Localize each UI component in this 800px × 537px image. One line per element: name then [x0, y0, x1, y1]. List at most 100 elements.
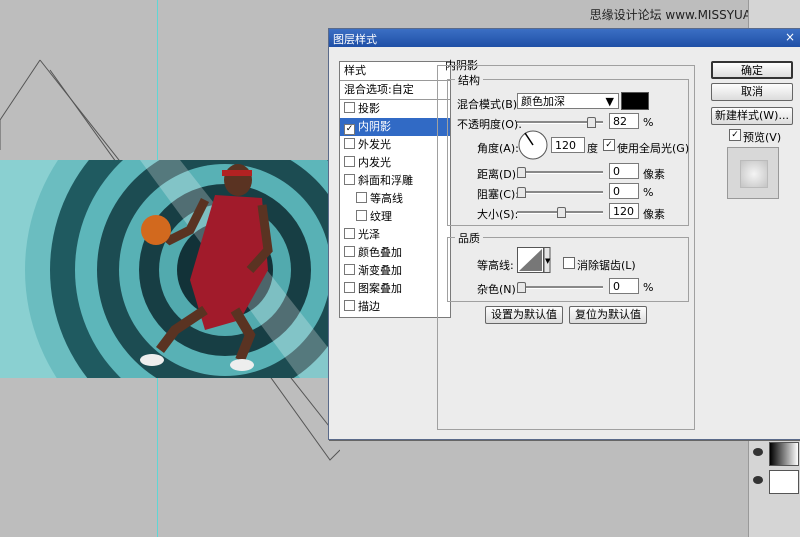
opacity-label: 不透明度(O):	[457, 118, 522, 131]
style-item-checkbox[interactable]	[344, 228, 355, 239]
style-item-checkbox[interactable]	[356, 210, 367, 221]
angle-input[interactable]: 120	[551, 137, 585, 153]
style-item-label: 内阴影	[358, 120, 391, 133]
layer-style-dialog: 图层样式 × 样式 混合选项:自定 投影 ✓ 内阴影 外发光 内发光 斜面和浮雕 等高线 纹理…	[328, 28, 800, 440]
size-input[interactable]: 120	[609, 203, 639, 219]
structure-title: 结构	[455, 72, 483, 88]
angle-unit: 度	[587, 142, 598, 155]
contour-picker[interactable]: ▼	[517, 247, 551, 273]
distance-label: 距离(D):	[477, 168, 520, 181]
eye-icon[interactable]	[753, 448, 763, 456]
layer-thumb-white[interactable]	[769, 470, 799, 494]
size-slider[interactable]	[517, 207, 603, 218]
style-item-10[interactable]: 图案叠加	[340, 280, 450, 298]
size-slider-knob[interactable]	[557, 207, 566, 218]
style-item-checkbox[interactable]	[344, 174, 355, 185]
make-default-button[interactable]: 设置为默认值	[485, 306, 563, 324]
choke-input[interactable]: 0	[609, 183, 639, 199]
style-item-label: 投影	[358, 102, 380, 115]
style-item-label: 光泽	[358, 228, 380, 241]
style-item-checkbox[interactable]	[344, 282, 355, 293]
style-item-6[interactable]: 纹理	[340, 208, 450, 226]
blend-mode-select[interactable]: 颜色加深 ▼	[517, 93, 619, 109]
style-item-8[interactable]: 颜色叠加	[340, 244, 450, 262]
blend-mode-label: 混合模式(B):	[457, 98, 521, 111]
style-item-checkbox[interactable]: ✓	[344, 124, 355, 135]
angle-dial[interactable]	[517, 129, 549, 161]
style-item-checkbox[interactable]	[344, 264, 355, 275]
svg-text:▼: ▼	[545, 257, 551, 265]
distance-slider[interactable]	[517, 167, 603, 178]
preview-checkbox[interactable]: ✓	[729, 129, 741, 141]
dialog-titlebar[interactable]: 图层样式 ×	[329, 29, 800, 47]
style-item-label: 描边	[358, 300, 380, 313]
antialias-label[interactable]: 消除锯齿(L)	[577, 257, 636, 273]
blend-options-item[interactable]: 混合选项:自定	[340, 81, 450, 100]
noise-unit: %	[643, 281, 654, 294]
antialias-checkbox[interactable]	[563, 257, 575, 269]
shadow-color-swatch[interactable]	[621, 92, 649, 110]
quality-title: 品质	[455, 230, 483, 246]
style-item-checkbox[interactable]	[344, 156, 355, 167]
style-item-label: 纹理	[370, 210, 392, 223]
style-item-label: 颜色叠加	[358, 246, 402, 259]
blend-mode-value: 颜色加深	[521, 95, 565, 108]
angle-label: 角度(A):	[477, 142, 519, 155]
style-item-label: 图案叠加	[358, 282, 402, 295]
size-label: 大小(S):	[477, 208, 519, 221]
layer-thumb-gradient[interactable]	[769, 442, 799, 466]
eye-icon[interactable]	[753, 476, 763, 484]
style-list: 样式 混合选项:自定 投影 ✓ 内阴影 外发光 内发光 斜面和浮雕 等高线 纹理 光泽 颜色叠加渐…	[339, 61, 451, 318]
noise-slider[interactable]	[517, 282, 603, 293]
style-item-checkbox[interactable]	[344, 102, 355, 113]
style-item-4[interactable]: 斜面和浮雕	[340, 172, 450, 190]
dialog-title: 图层样式	[333, 33, 377, 46]
distance-slider-knob[interactable]	[517, 167, 526, 178]
ok-button[interactable]: 确定	[711, 61, 793, 79]
distance-unit: 像素	[643, 168, 665, 181]
close-icon[interactable]: ×	[783, 31, 797, 44]
style-item-checkbox[interactable]	[344, 138, 355, 149]
style-item-1[interactable]: ✓ 内阴影	[340, 118, 450, 136]
noise-slider-knob[interactable]	[517, 282, 526, 293]
style-item-checkbox[interactable]	[356, 192, 367, 203]
opacity-slider[interactable]	[517, 117, 603, 128]
preview-label[interactable]: 预览(V)	[743, 129, 781, 145]
choke-label: 阻塞(C):	[477, 188, 519, 201]
noise-label: 杂色(N):	[477, 283, 520, 296]
style-item-label: 斜面和浮雕	[358, 174, 413, 187]
style-item-2[interactable]: 外发光	[340, 136, 450, 154]
style-item-checkbox[interactable]	[344, 246, 355, 257]
cancel-button[interactable]: 取消	[711, 83, 793, 101]
opacity-input[interactable]: 82	[609, 113, 639, 129]
style-item-3[interactable]: 内发光	[340, 154, 450, 172]
distance-input[interactable]: 0	[609, 163, 639, 179]
contour-label: 等高线:	[477, 259, 514, 272]
style-item-9[interactable]: 渐变叠加	[340, 262, 450, 280]
size-unit: 像素	[643, 208, 665, 221]
styles-header[interactable]: 样式	[340, 62, 450, 81]
opacity-unit: %	[643, 116, 654, 129]
style-item-7[interactable]: 光泽	[340, 226, 450, 244]
concentric-rings	[0, 160, 330, 378]
style-item-11[interactable]: 描边	[340, 298, 450, 316]
dropdown-arrow-icon: ▼	[605, 95, 614, 108]
opacity-slider-knob[interactable]	[587, 117, 596, 128]
style-item-label: 等高线	[370, 192, 403, 205]
reset-default-button[interactable]: 复位为默认值	[569, 306, 647, 324]
style-preview-thumbnail	[727, 147, 779, 199]
choke-slider-knob[interactable]	[517, 187, 526, 198]
global-light-checkbox[interactable]: ✓	[603, 139, 615, 151]
style-item-0[interactable]: 投影	[340, 100, 450, 118]
choke-unit: %	[643, 186, 654, 199]
noise-input[interactable]: 0	[609, 278, 639, 294]
style-item-label: 内发光	[358, 156, 391, 169]
style-item-5[interactable]: 等高线	[340, 190, 450, 208]
style-item-label: 外发光	[358, 138, 391, 151]
style-item-checkbox[interactable]	[344, 300, 355, 311]
global-light-label[interactable]: 使用全局光(G)	[617, 140, 689, 156]
choke-slider[interactable]	[517, 187, 603, 198]
banner-image	[0, 160, 330, 378]
style-item-label: 渐变叠加	[358, 264, 402, 277]
new-style-button[interactable]: 新建样式(W)...	[711, 107, 793, 125]
